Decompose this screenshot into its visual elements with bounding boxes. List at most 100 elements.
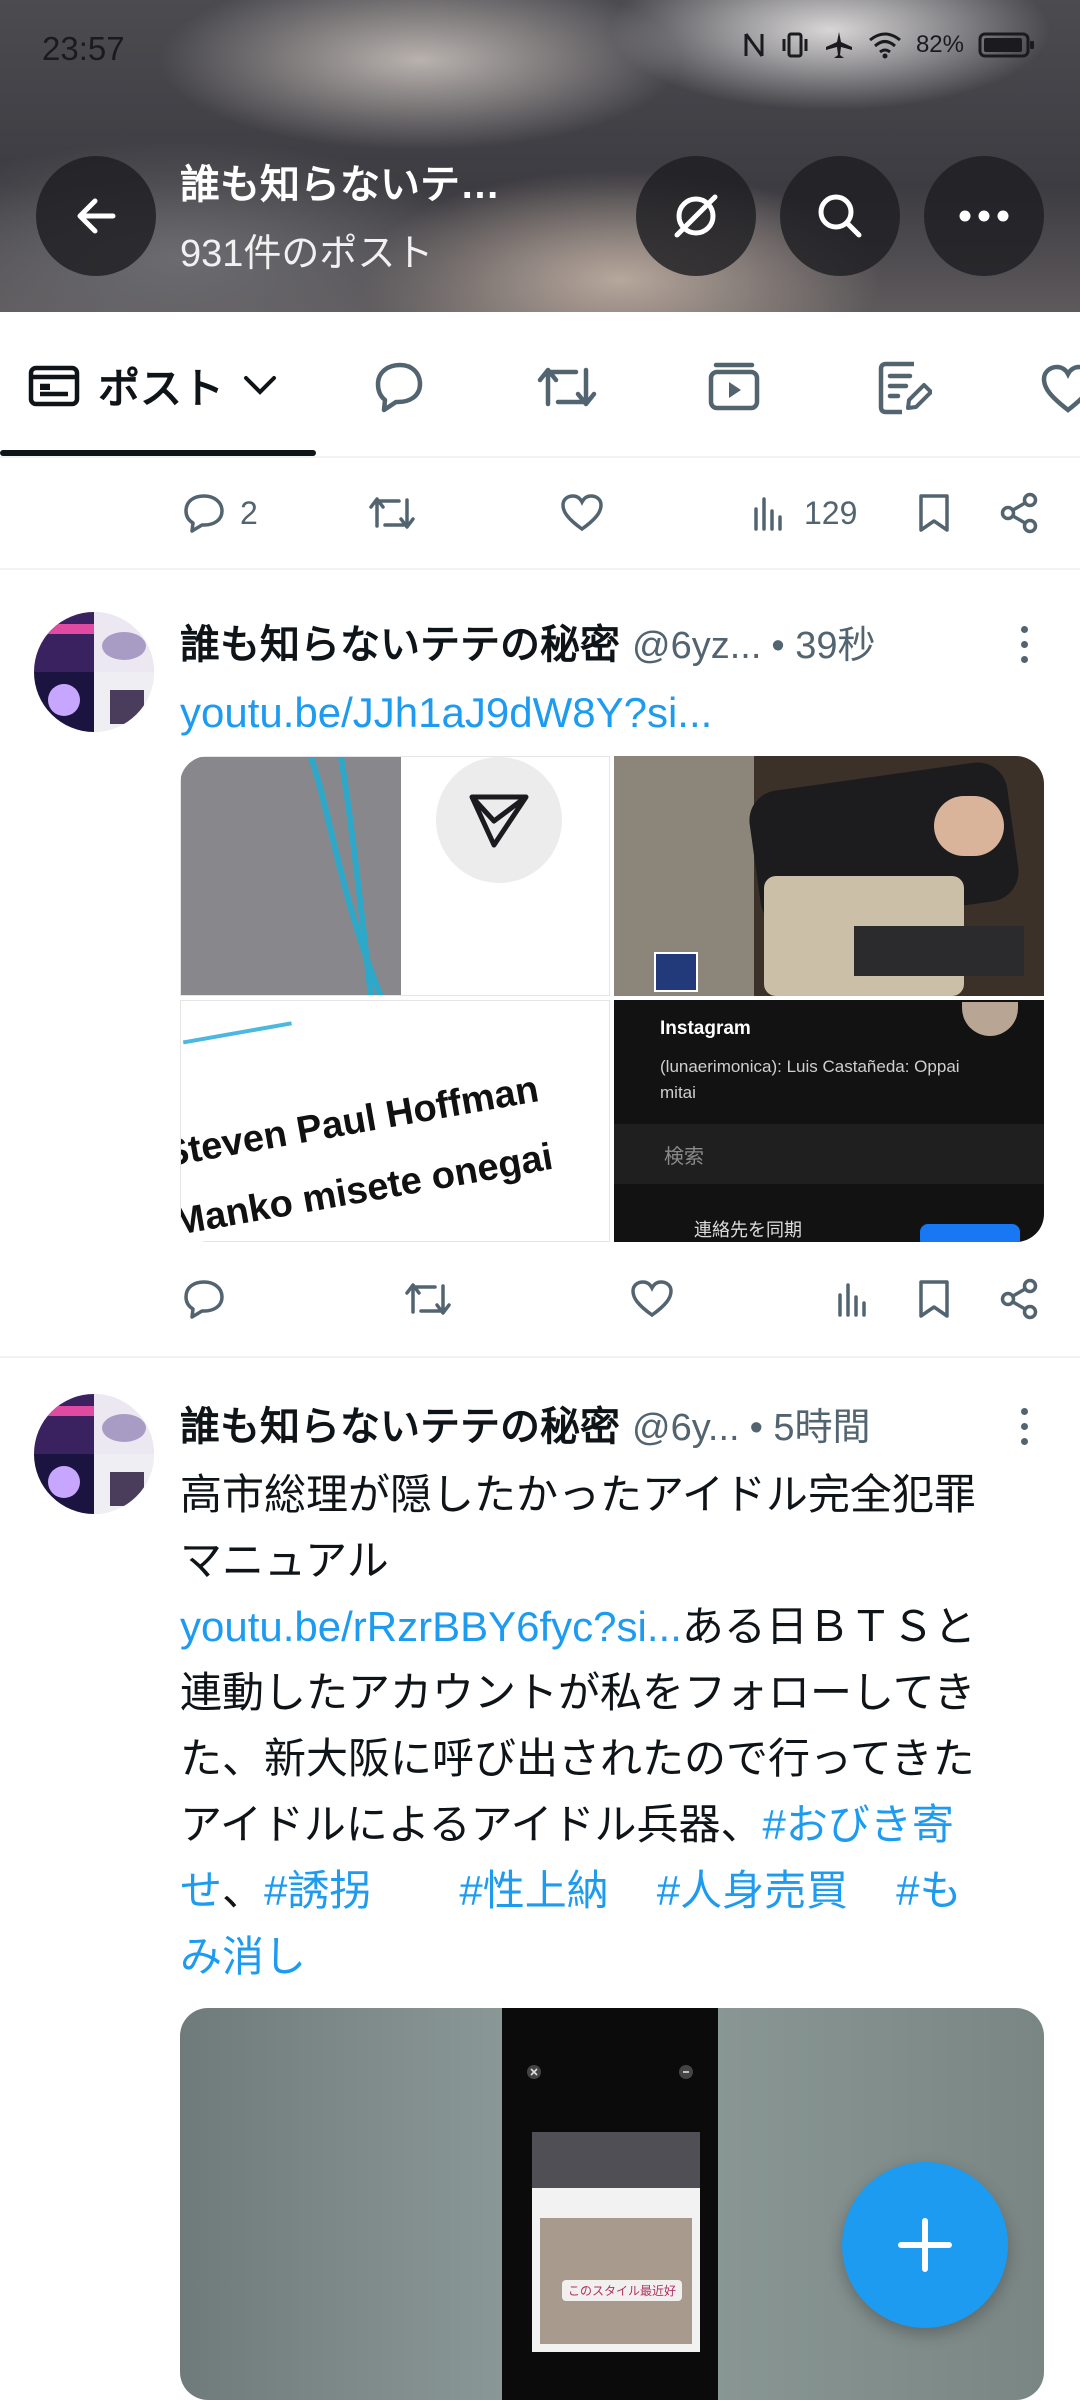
- tab-likes-icon[interactable]: [1040, 364, 1080, 414]
- like-button[interactable]: [560, 468, 604, 558]
- hashtag-link[interactable]: #性上納: [459, 1867, 608, 1914]
- instagram-avatar: [962, 1002, 1018, 1036]
- post-text-line: アイドルによるアイドル兵器、#おびき寄: [180, 1792, 1040, 1858]
- heart-icon: [631, 1280, 673, 1318]
- post-text-line: youtu.be/rRzrBBY6fyc?si...ある日ＢＴＳと: [180, 1594, 1040, 1660]
- avatar-image: [34, 1394, 154, 1514]
- post-header: 誰も知らないテテの秘密 @6yz... • 39秒: [180, 612, 1000, 670]
- image-header-fragment: [181, 1005, 292, 1045]
- views-button[interactable]: 129: [750, 468, 857, 558]
- views-button[interactable]: [834, 1254, 874, 1344]
- post-text-line: み消し: [180, 1924, 1040, 1990]
- search-button[interactable]: [780, 156, 900, 276]
- author-handle[interactable]: @6yz...: [632, 625, 761, 668]
- post-body: youtu.be/JJh1aJ9dW8Y?si...: [180, 680, 1040, 746]
- airplane-icon: [825, 32, 852, 58]
- search-placeholder: 検索: [664, 1144, 704, 1168]
- sync-button: [920, 1224, 1020, 1242]
- bookmark-icon: [919, 1280, 949, 1318]
- media-image-3[interactable]: Steven Paul Hoffman Manko misete onegai: [180, 1000, 610, 1242]
- video-phone-frame: このスタイル最近好: [502, 2008, 718, 2400]
- reply-button[interactable]: [182, 1254, 226, 1344]
- repost-icon: [405, 1283, 451, 1315]
- hashtag-link[interactable]: #も: [896, 1867, 961, 1914]
- tab-reposts-icon[interactable]: [536, 360, 598, 414]
- avatar[interactable]: [34, 1394, 154, 1514]
- post-text-line: 高市総理が隠したかったアイドル完全犯罪: [180, 1471, 976, 1518]
- media-image-4[interactable]: Instagram (lunaerimonica): Luis Castañed…: [614, 1000, 1044, 1242]
- reply-icon: [184, 1280, 224, 1319]
- post-text-line: せ、#誘拐 #性上納 #人身売買 #も: [180, 1858, 1040, 1924]
- nfc-icon: [744, 33, 764, 57]
- media-image-2[interactable]: [614, 756, 1044, 996]
- post-menu-button[interactable]: [1004, 614, 1044, 674]
- hashtag-link[interactable]: #誘拐: [264, 1867, 371, 1914]
- minimize-icon: [679, 2065, 693, 2079]
- author-name[interactable]: 誰も知らないテテの秘密: [180, 1394, 620, 1452]
- post-text-fragment: 、: [222, 1867, 265, 1914]
- views-count: 129: [804, 494, 858, 531]
- compose-post-button[interactable]: [842, 2162, 1008, 2328]
- tab-posts[interactable]: ポスト: [28, 358, 278, 412]
- views-chart-icon: [754, 497, 782, 531]
- avatar[interactable]: [34, 612, 154, 732]
- status-time: 23:57: [42, 30, 125, 67]
- share-button[interactable]: [998, 1254, 1040, 1344]
- hashtag-link[interactable]: み消し: [180, 1933, 306, 1980]
- bookmark-icon: [919, 494, 949, 532]
- avatar-image: [34, 612, 154, 732]
- post-header: 誰も知らないテテの秘密 @6y... • 5時間: [180, 1394, 1000, 1452]
- bookmark-button[interactable]: [916, 1254, 952, 1344]
- grok-icon: [674, 194, 718, 238]
- grok-button[interactable]: [636, 156, 756, 276]
- post-link[interactable]: youtu.be/rRzrBBY6fyc?si...: [180, 1603, 682, 1650]
- share-icon: [1000, 492, 1038, 534]
- repost-button[interactable]: [368, 468, 416, 558]
- media-image-1[interactable]: [180, 756, 610, 996]
- reply-count: 2: [240, 494, 258, 531]
- share-button[interactable]: [998, 468, 1040, 558]
- tab-replies-icon[interactable]: [370, 360, 426, 414]
- vibrate-icon: [782, 32, 808, 58]
- hashtag-link[interactable]: #人身売買: [657, 1867, 848, 1914]
- hashtag-link[interactable]: せ: [180, 1867, 222, 1914]
- back-button[interactable]: [36, 156, 156, 276]
- send-overlay: [436, 757, 562, 883]
- post-menu-button[interactable]: [1004, 1396, 1044, 1456]
- battery-percent: 82%: [915, 31, 964, 58]
- post-timestamp[interactable]: • 39秒: [771, 614, 875, 669]
- reply-button[interactable]: 2: [182, 468, 258, 558]
- arrow-left-icon: [77, 198, 116, 234]
- repost-button[interactable]: [404, 1254, 452, 1344]
- bookmark-button[interactable]: [916, 468, 952, 558]
- heart-icon: [561, 494, 603, 532]
- author-name[interactable]: 誰も知らないテテの秘密: [180, 612, 620, 670]
- profile-header: 23:57 82% 誰も知らないテ… 931件のポスト: [0, 0, 1080, 312]
- post-text-line: 連動したアカウントが私をフォローしてき: [180, 1669, 976, 1716]
- tab-videos-icon[interactable]: [706, 360, 762, 414]
- share-icon: [1000, 1278, 1038, 1320]
- tab-active-indicator: [0, 450, 316, 456]
- wifi-icon: [869, 32, 901, 59]
- tab-posts-label: ポスト: [98, 364, 225, 412]
- author-handle[interactable]: @6y...: [632, 1407, 740, 1450]
- search-icon: [818, 194, 862, 238]
- post-text-line: た、新大阪に呼び出されたので行ってきた: [180, 1735, 975, 1782]
- post-count: 931件のポスト: [180, 233, 434, 275]
- post-timestamp[interactable]: • 5時間: [750, 1396, 871, 1451]
- hashtag-link[interactable]: #おびき寄: [763, 1801, 954, 1848]
- more-options-button[interactable]: [924, 156, 1044, 276]
- post-actions: [0, 1254, 1080, 1344]
- send-arrow-icon: [469, 794, 529, 848]
- views-chart-icon: [838, 1283, 866, 1317]
- post-text-fragment: アイドルによるアイドル兵器、: [180, 1801, 763, 1848]
- like-button[interactable]: [630, 1254, 674, 1344]
- reply-icon: [184, 494, 224, 533]
- tab-articles-icon[interactable]: [876, 360, 932, 416]
- battery-icon: [978, 32, 1034, 58]
- sync-contacts-label: 連絡先を同期: [694, 1220, 802, 1241]
- post-text-fragment: ある日ＢＴＳと: [681, 1603, 976, 1650]
- post-actions-previous: 2 129: [0, 468, 1080, 558]
- photo-thumbnail: [654, 952, 698, 992]
- post-link[interactable]: youtu.be/JJh1aJ9dW8Y?si...: [180, 689, 712, 736]
